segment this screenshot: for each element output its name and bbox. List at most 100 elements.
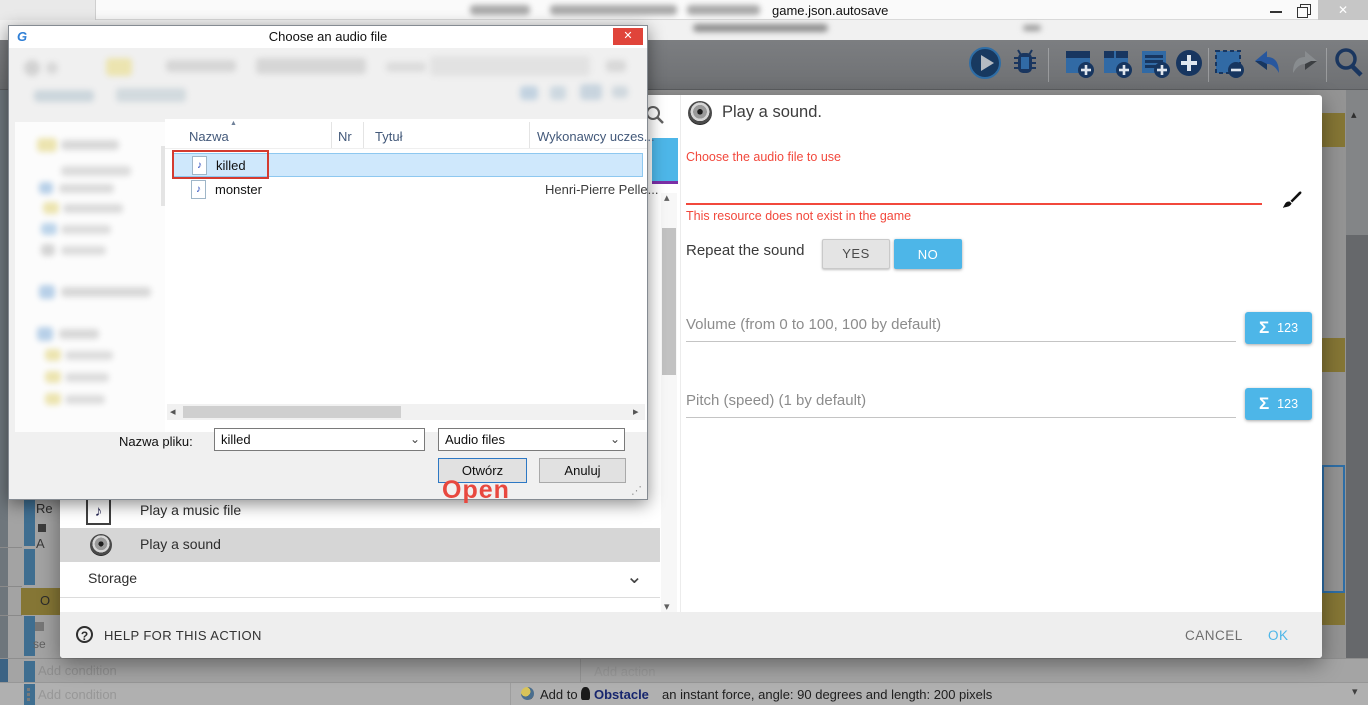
cancel-button[interactable]: Anuluj <box>539 458 626 483</box>
scroll-up-icon[interactable]: ▴ <box>1351 108 1357 121</box>
repeat-no-button[interactable]: NO <box>894 239 962 269</box>
audio-field-label: Choose the audio file to use <box>686 150 841 164</box>
add-condition-link[interactable]: Add condition <box>38 687 117 702</box>
scrollbar-thumb[interactable] <box>183 406 401 418</box>
dropdown-arrow-icon[interactable]: ⌄ <box>410 429 420 450</box>
category-selected-tile[interactable] <box>652 138 678 181</box>
condition-action-divider <box>580 659 581 683</box>
horizontal-scrollbar[interactable]: ◂ ▸ <box>167 404 645 420</box>
add-subevent-icon[interactable] <box>1100 46 1134 80</box>
action-group-storage[interactable]: Storage ⌄ <box>60 562 660 598</box>
resize-grip-icon[interactable]: ⋰ <box>631 484 642 497</box>
divider <box>0 586 22 587</box>
help-icon[interactable]: ? <box>76 626 93 643</box>
add-comment-icon[interactable] <box>1138 46 1172 80</box>
drag-handle-icon[interactable] <box>27 688 30 691</box>
dropdown-arrow-icon[interactable]: ⌄ <box>610 429 620 450</box>
add-event-icon[interactable] <box>1062 46 1096 80</box>
background-scrollbar-track[interactable] <box>1346 90 1368 235</box>
filetype-select[interactable]: Audio files ⌄ <box>438 428 625 451</box>
action-search-icon[interactable] <box>645 105 665 130</box>
annotation-open-label: Open <box>442 476 510 505</box>
action-title: Play a sound. <box>722 103 822 122</box>
column-divider[interactable] <box>331 122 332 148</box>
divider <box>0 615 22 616</box>
speaker-icon <box>90 534 112 556</box>
file-artist: Henri-Pierre Pelle... <box>545 182 658 197</box>
audio-field-underline[interactable] <box>686 203 1262 205</box>
brush-icon[interactable] <box>1280 189 1304 218</box>
event-indent-bar <box>24 497 35 546</box>
numbers-icon: 123 <box>1277 321 1298 335</box>
column-header-nr[interactable]: Nr <box>338 129 352 144</box>
event-highlight-block <box>1322 113 1345 147</box>
event-row-empty: Add condition Add action <box>0 658 1368 682</box>
audio-field-error: This resource does not exist in the game <box>686 209 911 223</box>
scroll-left-icon[interactable]: ◂ <box>170 405 176 418</box>
volume-field-label: Volume (from 0 to 100, 100 by default) <box>686 316 941 333</box>
music-file-icon: ♪ <box>86 498 111 525</box>
column-header-artists[interactable]: Wykonawcy uczes... <box>537 129 655 144</box>
column-header-name[interactable]: Nazwa <box>189 129 229 144</box>
event-text-fragment: O <box>40 593 50 608</box>
add-action-link[interactable]: Add action <box>594 664 655 679</box>
panel-divider <box>680 95 681 612</box>
help-link[interactable]: HELP FOR THIS ACTION <box>104 628 262 643</box>
volume-field-underline[interactable] <box>686 341 1236 342</box>
close-button[interactable]: ✕ <box>1318 0 1368 20</box>
repeat-label: Repeat the sound <box>686 242 804 259</box>
titlebar-tab <box>0 0 96 20</box>
scroll-right-icon[interactable]: ▸ <box>633 405 639 418</box>
window-titlebar: game.json.autosave ✕ <box>0 0 1368 20</box>
sigma-icon: Σ <box>1259 318 1269 338</box>
chevron-down-icon: ⌄ <box>626 564 643 589</box>
event-indent-bar <box>24 549 35 585</box>
redacted-nav-tree <box>15 122 167 432</box>
column-header-title[interactable]: Tytuł <box>375 129 402 144</box>
force-action-icon <box>521 687 534 700</box>
event-icon-fragment <box>38 524 46 532</box>
column-divider[interactable] <box>363 122 364 148</box>
action-text-prefix[interactable]: Add to <box>540 687 578 702</box>
filename-input[interactable]: killed ⌄ <box>214 428 425 451</box>
pitch-field-underline[interactable] <box>686 417 1236 418</box>
undo-icon[interactable] <box>1250 46 1284 80</box>
event-highlight-block <box>1322 592 1345 625</box>
speaker-icon <box>688 101 712 125</box>
cancel-button[interactable]: CANCEL <box>1185 628 1243 643</box>
add-condition-link[interactable]: Add condition <box>38 663 117 678</box>
minimize-button[interactable] <box>1262 0 1290 20</box>
volume-expression-button[interactable]: Σ 123 <box>1245 312 1312 344</box>
file-row-monster[interactable]: ♪ monster Henri-Pierre Pelle... <box>173 178 643 202</box>
column-divider[interactable] <box>529 122 530 148</box>
redacted-title-2 <box>550 5 677 15</box>
toolbar-separator <box>1326 48 1327 82</box>
scroll-up-icon[interactable]: ▴ <box>664 191 670 204</box>
repeat-yes-button[interactable]: YES <box>822 239 890 269</box>
scroll-down-icon[interactable]: ▾ <box>1352 685 1358 698</box>
divider <box>0 547 22 548</box>
search-icon[interactable] <box>1332 46 1366 80</box>
event-row-action: Add condition Add to Obstacle an instant… <box>0 682 1368 705</box>
pitch-expression-button[interactable]: Σ 123 <box>1245 388 1312 420</box>
file-dialog-close-button[interactable]: ✕ <box>613 28 643 45</box>
action-text-suffix[interactable]: an instant force, angle: 90 degrees and … <box>662 687 992 702</box>
action-list-item-sound[interactable]: Play a sound <box>60 528 660 562</box>
restore-button[interactable] <box>1290 0 1318 20</box>
add-new-icon[interactable] <box>1174 48 1208 82</box>
event-icon-fragment <box>35 622 44 631</box>
play-icon[interactable] <box>968 46 1002 80</box>
file-dialog: G Choose an audio file ✕ <box>8 25 648 500</box>
redacted-title-3 <box>687 5 760 15</box>
background-scrollbar-thumb[interactable] <box>1346 235 1368 705</box>
file-dialog-title: Choose an audio file <box>269 29 388 44</box>
debug-icon[interactable] <box>1008 46 1042 80</box>
redo-icon[interactable] <box>1288 46 1322 80</box>
action-object-name[interactable]: Obstacle <box>594 687 649 702</box>
remove-event-icon[interactable] <box>1212 46 1246 80</box>
event-selection-outline <box>1322 465 1345 593</box>
scrollbar-thumb[interactable] <box>662 228 676 375</box>
dialog-footer: ? HELP FOR THIS ACTION CANCEL OK <box>60 612 1322 658</box>
ok-button[interactable]: OK <box>1268 628 1289 643</box>
object-thumbnail-icon <box>581 687 590 700</box>
